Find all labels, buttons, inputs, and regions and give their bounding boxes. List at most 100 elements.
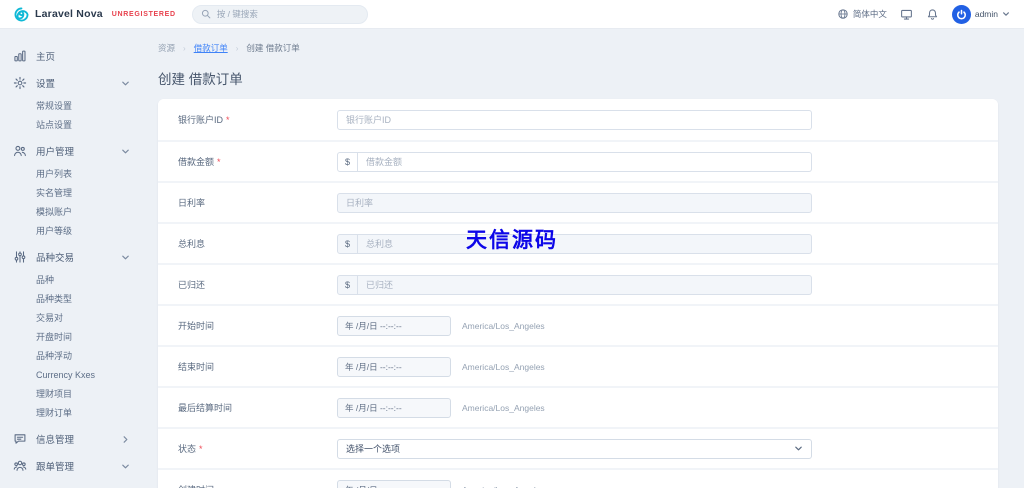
global-search[interactable] — [191, 4, 368, 24]
sidebar-item-follow-management[interactable]: 跟单管理 — [13, 456, 143, 476]
globe-icon — [837, 8, 849, 20]
loan-amount-currency-group: $ — [337, 151, 812, 172]
created-time-datetime-input[interactable]: 年 /月/日 --:--:-- — [337, 479, 451, 488]
search-icon — [201, 9, 211, 19]
form-row-bank-account-id: 银行账户ID * — [158, 99, 998, 140]
field-label-text: 银行账户ID — [178, 115, 224, 125]
sidebar-item-general-settings[interactable]: 常规设置 — [36, 96, 143, 115]
chevron-right-icon — [121, 435, 130, 444]
field-label: 日利率 — [178, 196, 337, 209]
end-time-datetime-input[interactable]: 年 /月/日 --:--:-- — [337, 356, 451, 377]
sidebar-item-label: 设置 — [36, 79, 56, 90]
sidebar-item-settings[interactable]: 设置 — [13, 73, 143, 93]
form-row-total-interest: 总利息 $ — [158, 222, 998, 263]
sidebar-item-symbol-type[interactable]: 品种类型 — [36, 289, 143, 308]
sidebar-item-label: 信息管理 — [36, 435, 75, 446]
field-label-text: 开始时间 — [178, 321, 215, 331]
form-row-loan-amount: 借款金额 * $ — [158, 140, 998, 181]
loan-amount-input[interactable] — [358, 151, 812, 172]
form-row-created-time: 创建时间年 /月/日 --:--:-- America/Los_Angeles — [158, 468, 998, 488]
sidebar-item-label: 用户管理 — [36, 147, 75, 158]
required-marker: * — [217, 157, 221, 167]
sidebar-item-home[interactable]: 主页 — [13, 46, 143, 66]
field-label-text: 已归还 — [178, 280, 206, 290]
total-interest-input[interactable] — [358, 233, 812, 254]
username-label: admin — [974, 9, 998, 19]
sidebar-item-label: 品种交易 — [36, 253, 75, 264]
breadcrumb-separator: › — [235, 43, 239, 53]
sidebar-nav: 主页 设置 常规设置 站点设置 用户管理 用户列表 实名管理 模拟账户 用户等级 品种交易 品种 品种… — [0, 29, 143, 488]
sidebar-item-currency-kxes[interactable]: Currency Kxes — [36, 365, 143, 384]
user-menu[interactable]: admin — [951, 4, 1010, 24]
daily-rate-input[interactable] — [337, 192, 812, 213]
nav-group: 设置常规设置 站点设置 — [13, 73, 143, 134]
sidebar-item-user-level[interactable]: 用户等级 — [36, 221, 143, 240]
form-row-start-time: 开始时间 年 /月/日 --:--:-- America/Los_Angeles — [158, 304, 998, 345]
breadcrumb-current: 创建 借款订单 — [246, 43, 300, 53]
required-marker: * — [199, 444, 203, 454]
search-input[interactable] — [216, 9, 359, 19]
repaid-currency-group: $ — [337, 274, 812, 295]
timezone-label: America/Los_Angeles — [462, 485, 545, 488]
monitor-icon[interactable] — [900, 8, 913, 21]
bank-account-id-input[interactable] — [337, 109, 812, 130]
form-row-status: 状态 * 选择一个选项 — [158, 427, 998, 468]
timezone-label: America/Los_Angeles — [462, 361, 545, 372]
sidebar-item-info-management[interactable]: 信息管理 — [13, 429, 143, 449]
chevron-down-icon — [121, 253, 130, 262]
nav-group: 用户管理用户列表 实名管理 模拟账户 用户等级 — [13, 141, 143, 240]
sidebar-item-wealth-project[interactable]: 理财项目 — [36, 384, 143, 403]
nav-sub-list: 常规设置 站点设置 — [13, 96, 143, 134]
form-row-repaid: 已归还 $ — [158, 263, 998, 304]
locale-label: 简体中文 — [852, 9, 887, 19]
field-label: 开始时间 — [178, 319, 337, 332]
field-label: 创建时间 — [178, 483, 337, 488]
form-row-daily-rate: 日利率 — [158, 181, 998, 222]
breadcrumb: 资源 › 借款订单 › 创建 借款订单 — [158, 43, 998, 53]
sidebar-item-symbol[interactable]: 品种 — [36, 270, 143, 289]
status-select[interactable]: 选择一个选项 — [337, 438, 812, 459]
field-label-text: 状态 — [178, 444, 197, 454]
bell-icon[interactable] — [926, 8, 939, 21]
laravel-nova-logo-icon — [14, 7, 29, 22]
sidebar-item-user-management[interactable]: 用户管理 — [13, 141, 143, 161]
sidebar-item-open-time[interactable]: 开盘时间 — [36, 327, 143, 346]
sliders-icon — [13, 250, 27, 264]
breadcrumb-resources[interactable]: 资源 — [158, 42, 175, 54]
chevron-down-icon — [794, 444, 803, 453]
last-settle-time-datetime-input[interactable]: 年 /月/日 --:--:-- — [337, 397, 451, 418]
users-icon — [13, 144, 27, 158]
sidebar-item-wealth-order[interactable]: 理财订单 — [36, 403, 143, 422]
sidebar-item-realname-management[interactable]: 实名管理 — [36, 183, 143, 202]
sidebar-item-site-settings[interactable]: 站点设置 — [36, 115, 143, 134]
field-label: 借款金额 * — [178, 155, 337, 168]
sidebar-item-user-list[interactable]: 用户列表 — [36, 164, 143, 183]
sidebar-item-symbol-float[interactable]: 品种浮动 — [36, 346, 143, 365]
sidebar-item-symbol-trading[interactable]: 品种交易 — [13, 247, 143, 267]
main-content: 资源 › 借款订单 › 创建 借款订单 创建 借款订单 银行账户ID*借款金额*… — [143, 29, 1024, 488]
sidebar-item-trading-pair[interactable]: 交易对 — [36, 308, 143, 327]
select-value: 选择一个选项 — [346, 444, 401, 454]
locale-switcher[interactable]: 简体中文 — [837, 8, 887, 20]
currency-prefix: $ — [337, 151, 358, 172]
currency-prefix: $ — [337, 233, 358, 254]
sidebar-item-label: 主页 — [36, 52, 56, 63]
field-label: 最后结算时间 — [178, 401, 337, 414]
start-time-datetime-input[interactable]: 年 /月/日 --:--:-- — [337, 315, 451, 336]
currency-prefix: $ — [337, 274, 358, 295]
chart-bar-icon — [13, 49, 27, 63]
field-label-text: 日利率 — [178, 198, 206, 208]
sidebar-item-demo-account[interactable]: 模拟账户 — [36, 202, 143, 221]
avatar — [951, 4, 971, 24]
repaid-input[interactable] — [358, 274, 812, 295]
users-group-icon — [13, 459, 27, 473]
chevron-down-icon — [121, 147, 130, 156]
field-label: 结束时间 — [178, 360, 337, 373]
nav-group: 主页 — [13, 46, 143, 66]
unregistered-badge: UNREGISTERED — [111, 10, 176, 18]
required-marker: * — [226, 115, 230, 125]
field-label-text: 结束时间 — [178, 362, 215, 372]
field-label: 状态 * — [178, 442, 337, 455]
breadcrumb-loan-orders[interactable]: 借款订单 — [194, 42, 228, 54]
form-row-end-time: 结束时间 年 /月/日 --:--:-- America/Los_Angeles — [158, 345, 998, 386]
